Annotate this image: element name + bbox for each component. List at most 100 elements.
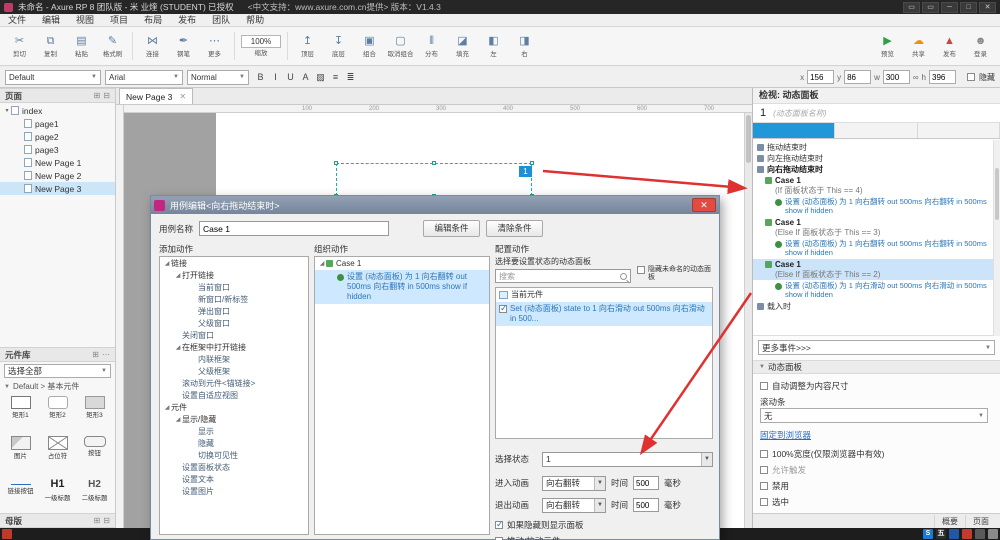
action-tree-item[interactable]: 父级框架 [160,366,308,378]
state-select[interactable]: 1 ▼ [542,452,713,467]
toolbar-button[interactable]: ▢取消组合 [385,34,416,59]
toolbar-button[interactable]: ⋈连接 [137,34,168,59]
taskbar-icon[interactable] [962,529,972,539]
window-control-button[interactable]: ▭ [903,2,920,13]
toolbar-button[interactable]: ↥顶层 [292,34,323,59]
enter-animation-select[interactable]: 向右翻转 ▼ [542,476,606,491]
action-tree-item[interactable]: ◢ 元件 [160,402,308,414]
zoom-value[interactable]: 100% [241,35,281,48]
scrollbar-thumb[interactable] [995,168,999,220]
dynamic-panel-selection[interactable] [336,163,532,196]
toolbar-button[interactable]: ⫴分布 [416,34,447,59]
taskbar-icon[interactable] [988,529,998,539]
organize-tree-item[interactable]: 设置 (动态面板) 为 1 向右翻转 out 500ms 向右翻转 in 500… [315,270,489,304]
hide-checkbox-row[interactable]: 隐藏 [967,72,995,83]
scrollbar-option-select[interactable]: 无 ▼ [760,408,988,423]
event-row[interactable]: 设置 (动态面板) 为 1 向右滑动 out 500ms 向右滑动 in 500… [753,280,1000,301]
taskbar-icon[interactable] [949,529,959,539]
zoom-control[interactable]: 100% 缩放 [239,35,283,58]
expand-arrow-icon[interactable]: ◢ [163,402,171,414]
option-checkbox-row[interactable]: 100%宽度(仅限浏览器中有效) [760,446,994,462]
window-control-button[interactable]: ▭ [922,2,939,13]
clear-condition-button[interactable]: 清除条件 [486,220,543,237]
option-checkbox[interactable] [760,450,768,458]
menu-item[interactable]: 视图 [68,14,102,27]
window-control-button[interactable]: ✕ [979,2,996,13]
window-control-button[interactable]: □ [960,2,977,13]
toolbar-button[interactable]: ↧底层 [323,34,354,59]
panel-section-header[interactable]: ▼ 动态面板 [753,360,1000,374]
widget-item[interactable]: 按钮 [76,433,113,473]
widget-item[interactable]: 链接按钮 [2,473,39,513]
target-panel-row[interactable]: Set (动态面板) state to 1 向右滑动 out 500ms 向右滑… [496,302,712,326]
font-family-select[interactable]: Arial▼ [105,70,183,85]
option-checkbox-row[interactable]: 允许触发 [760,462,994,478]
widget-item[interactable]: 占位符 [39,433,76,473]
auto-fit-checkbox[interactable] [760,382,768,390]
toolbar-button[interactable]: ◨右 [509,34,540,59]
menu-item[interactable]: 编辑 [34,14,68,27]
menu-item[interactable]: 布局 [136,14,170,27]
event-row[interactable]: Case 1 [753,217,1000,228]
page-tree-item[interactable]: ▾ index [0,104,115,117]
hide-checkbox[interactable] [967,73,975,81]
x-field[interactable] [807,70,834,84]
action-tree-item[interactable]: ◢ 在框架中打开链接 [160,342,308,354]
event-row[interactable]: (Else If 面板状态于 This == 3) [753,228,1000,238]
library-filter-select[interactable]: 选择全部 ▼ [4,364,111,378]
event-row[interactable]: (If 面板状态于 This == 4) [753,186,1000,196]
resize-handle[interactable] [334,161,338,165]
format-button[interactable]: ≡ [328,70,343,85]
action-tree-item[interactable]: 设置文本 [160,474,308,486]
action-tree-item[interactable]: ◢ 链接 [160,258,308,270]
action-tree-item[interactable]: 弹出窗口 [160,306,308,318]
push-pull-checkbox-row[interactable]: 推动/拉动元件 [495,535,560,540]
show-if-hidden-checkbox[interactable] [495,521,503,529]
hide-unnamed-checkbox-row[interactable]: 隐藏未命名的动态面板 [637,266,717,282]
toolbar-button[interactable]: ▤粘贴 [66,34,97,59]
toolbar-action-button[interactable]: ☁共享 [903,34,934,59]
action-tree-item[interactable]: 显示 [160,426,308,438]
menu-item[interactable]: 文件 [0,14,34,27]
page-tree-item[interactable]: New Page 2 [0,169,115,182]
page-tree-item[interactable]: New Page 1 [0,156,115,169]
expand-arrow-icon[interactable]: ◢ [174,270,182,282]
bottom-tab[interactable]: 概要 [934,515,965,528]
event-row[interactable]: 设置 (动态面板) 为 1 向右翻转 out 500ms 向右翻转 in 500… [753,238,1000,259]
panel-header-icon[interactable]: ⊞ [94,91,101,100]
panel-header-icon[interactable]: ⊞ [92,350,99,359]
action-tree-item[interactable]: ◢ 显示/隐藏 [160,414,308,426]
action-tree-item[interactable]: 设置图片 [160,486,308,498]
inspector-tab[interactable] [918,123,1000,138]
toolbar-button[interactable]: ◧左 [478,34,509,59]
action-tree-item[interactable]: 关闭窗口 [160,330,308,342]
auto-fit-checkbox-row[interactable]: 自动调整为内容尺寸 [760,379,994,392]
taskbar-icon[interactable] [2,529,12,539]
panel-header-icon[interactable]: ⊟ [103,91,110,100]
format-button[interactable]: B [253,70,268,85]
widget-item[interactable]: 矩形3 [76,393,113,433]
option-checkbox-row[interactable]: 选中 [760,494,994,510]
inspector-tab[interactable] [835,123,917,138]
menu-item[interactable]: 团队 [204,14,238,27]
w-field[interactable] [883,70,910,84]
format-button[interactable]: I [268,70,283,85]
panel-header-icon[interactable]: ⊟ [103,516,110,525]
exit-animation-select[interactable]: 向右翻转 ▼ [542,498,606,513]
expand-arrow-icon[interactable]: ◢ [174,342,182,354]
library-section-header[interactable]: ▼ Default > 基本元件 [0,380,115,393]
page-tree-item[interactable]: page2 [0,130,115,143]
action-tree-item[interactable]: 内联框架 [160,354,308,366]
toolbar-button[interactable]: ✎格式刷 [97,34,128,59]
menu-item[interactable]: 发布 [170,14,204,27]
panel-search-input[interactable]: 搜索 [495,269,631,283]
option-checkbox-row[interactable]: 禁用 [760,478,994,494]
toolbar-button[interactable]: ✒钢笔 [168,34,199,59]
h-field[interactable] [929,70,956,84]
y-field[interactable] [844,70,871,84]
inspector-tab[interactable] [753,123,835,138]
action-tree-item[interactable]: 设置自适应视图 [160,390,308,402]
enter-time-input[interactable] [633,476,659,490]
option-checkbox[interactable] [760,482,768,490]
action-tree-item[interactable]: 设置面板状态 [160,462,308,474]
